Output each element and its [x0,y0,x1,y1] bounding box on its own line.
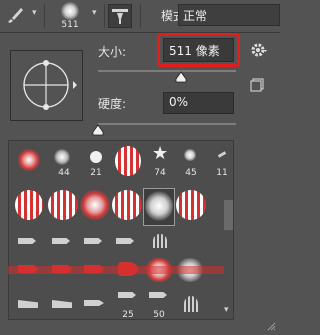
toolbar-divider [104,4,105,28]
brush-size-label: 45 [185,168,197,178]
brush-preset-chisel[interactable] [48,230,80,254]
brush-preset-45[interactable]: 45 [175,143,207,181]
brush-angle-roundness-preview[interactable] [10,50,83,121]
preset-scrollbar-thumb[interactable] [224,200,233,230]
brush-preset-hard-round[interactable] [112,143,144,181]
brush-size-label: 21 [90,168,102,178]
size-slider-thumb[interactable] [175,68,187,83]
brush-preset-chisel[interactable] [14,230,46,254]
brush-preset-picker[interactable]: 511 [50,0,90,32]
mode-select-value: 正常 [183,9,208,23]
toggle-brush-settings-button[interactable] [108,4,132,28]
toolbar-divider [140,4,141,28]
brush-size-label: 50 [153,310,165,320]
brush-size-readout: 511 [61,20,79,30]
brush-preset-fan-small[interactable] [176,292,208,322]
hardness-label: 硬度: [98,97,127,111]
brush-preset-selected[interactable] [143,188,175,226]
star-brush-icon: ★ [152,143,169,164]
toolbar-divider [44,4,45,28]
brush-preset-hard-round-large[interactable] [176,188,208,226]
brush-preset-44[interactable]: 44 [46,143,78,181]
brush-preset-hard-round-large[interactable] [14,188,46,226]
brush-size-label: 11 [216,168,228,178]
brush-preset-74[interactable]: ★ 74 [144,143,176,181]
brush-tip-preview [61,2,79,20]
scroll-down-icon[interactable]: ▾ [224,305,229,315]
tool-preset-dropdown-icon[interactable]: ▾ [32,8,37,18]
size-slider-track[interactable] [98,70,236,72]
brush-preset-soft-round-large[interactable] [80,188,112,226]
red-overlay-stroke [8,266,224,274]
brush-preset-chisel[interactable] [112,230,144,254]
brush-preset-soft-round[interactable] [12,143,44,181]
brush-size-label: 74 [154,168,166,178]
brush-size-label: 44 [58,168,70,178]
size-label: 大小: [98,45,127,59]
brush-preset-flat[interactable] [14,292,46,322]
brush-preset-25[interactable]: 25 [112,288,144,324]
brush-preset-chisel[interactable] [80,230,112,254]
brush-preset-11[interactable]: 11 [206,143,238,181]
size-highlight-annotation [157,33,240,67]
brush-preset-21[interactable]: 21 [80,143,112,181]
brush-tool-icon[interactable] [4,4,26,26]
options-bar: ▾ 511 ▾ 模式: 正常 [0,0,280,33]
brush-preset-flat[interactable] [48,292,80,322]
hardness-slider-thumb[interactable] [92,121,104,136]
hardness-slider-track[interactable] [98,123,236,125]
brush-preset-fan[interactable] [145,230,177,254]
brush-size-label: 25 [122,310,134,320]
resize-grip-icon[interactable] [266,316,276,331]
new-preset-icon[interactable] [250,77,264,92]
brush-preset-hard-round-large[interactable] [48,188,80,226]
brush-settings-icon [112,9,128,24]
hardness-input-value: 0% [169,95,189,109]
brush-preset-50[interactable]: 50 [143,288,175,324]
brush-preset-pencil[interactable] [80,292,112,322]
brush-picker-dropdown-icon[interactable]: ▾ [92,8,97,18]
gear-icon[interactable] [250,41,268,59]
brush-preset-hard-round-large[interactable] [112,188,144,226]
